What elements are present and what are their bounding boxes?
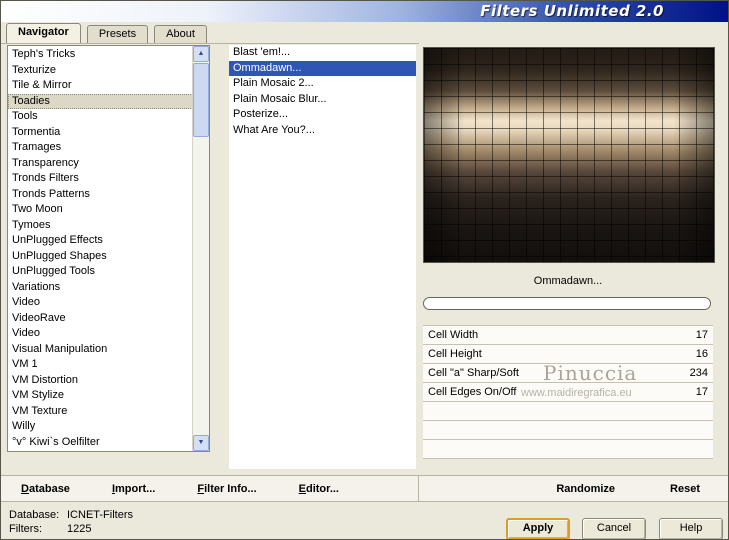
filter-item[interactable]: Plain Mosaic 2... [229,76,416,92]
category-item[interactable]: Tile & Mirror [8,78,193,94]
reset-button[interactable]: Reset [670,483,700,495]
parameter-row[interactable]: Cell "a" Sharp/Soft 234 [423,364,713,383]
preview-panel: Ommadawn... Cell Width 17 Cell Height 16 Cel… [421,45,719,475]
progress-bar [423,297,711,310]
apply-button[interactable]: Apply [506,518,570,539]
window-title: Filters Unlimited 2.0 [480,2,664,20]
filter-item[interactable]: Ommadawn... [229,60,416,76]
bottom-toolbar: Database Import... Filter Info... Editor… [1,475,728,502]
status-database-value: ICNET-Filters [67,509,133,521]
import-button[interactable]: Import... [112,483,155,495]
status-database-row: Database: ICNET-Filters [9,508,133,522]
category-item[interactable]: Tormentia [8,125,193,141]
title-bar: Filters Unlimited 2.0 [1,1,728,22]
status-filters-label: Filters: [9,523,42,535]
status-database-label: Database: [9,509,60,521]
parameter-row[interactable]: Cell Edges On/Off 17 [423,383,713,402]
parameter-name: Cell "a" Sharp/Soft [428,367,519,379]
category-item[interactable]: Video [8,326,193,342]
scrollbar-down-button[interactable]: ▼ [193,435,209,451]
tab-strip: Navigator Presets About [6,23,210,43]
category-item[interactable]: Variations [8,280,193,296]
category-item[interactable]: Toadies [8,93,193,109]
category-item[interactable]: Teph's Tricks [8,47,193,63]
filter-item[interactable]: Posterize... [229,107,416,123]
parameter-value: 16 [695,348,708,360]
category-item[interactable]: VM Distortion [8,373,193,389]
filter-item[interactable]: Blast 'em!... [229,45,416,61]
tab-navigator[interactable]: Navigator [6,23,81,43]
filter-list: Blast 'em!... Ommadawn... Plain Mosaic 2..… [229,45,416,138]
parameter-name: Cell Edges On/Off [428,386,517,398]
category-item[interactable]: UnPlugged Shapes [8,249,193,265]
filter-info-button[interactable]: Filter Info... [197,483,256,495]
parameter-table: Cell Width 17 Cell Height 16 Cell "a" Sharp/… [423,325,713,459]
cancel-button[interactable]: Cancel [582,518,646,539]
toolbar-divider [418,476,419,501]
category-item[interactable]: UnPlugged Tools [8,264,193,280]
parameter-row[interactable]: Cell Height 16 [423,345,713,364]
category-item[interactable]: VM Texture [8,404,193,420]
category-item[interactable]: Tools [8,109,193,125]
category-item[interactable]: Tronds Patterns [8,187,193,203]
status-filters-row: Filters: 1225 [9,522,133,536]
category-item[interactable]: Tronds Filters [8,171,193,187]
category-item[interactable]: Two Moon [8,202,193,218]
parameter-row-empty [423,421,713,440]
parameter-value: 234 [689,367,708,379]
tab-strip-divider [1,43,419,44]
category-item[interactable]: Willy [8,419,193,435]
category-item[interactable]: VM 1 [8,357,193,373]
category-item[interactable]: VM Stylize [8,388,193,404]
filters-unlimited-dialog: Filters Unlimited 2.0 Navigator Presets … [0,0,729,540]
parameter-name: Cell Width [428,329,479,341]
category-item[interactable]: Tramages [8,140,193,156]
filter-preview-image[interactable] [423,47,715,263]
category-panel: Teph's Tricks Texturize Tile & Mirror Toadi… [7,45,210,452]
toolbar-right-group: Randomize Reset [556,476,700,501]
tab-about[interactable]: About [154,25,207,43]
toolbar-left-group: Database Import... Filter Info... Editor… [21,476,339,501]
scrollbar-thumb[interactable] [193,63,209,137]
filter-item[interactable]: Plain Mosaic Blur... [229,92,416,108]
category-list: Teph's Tricks Texturize Tile & Mirror Toadi… [8,47,193,450]
category-item[interactable]: Video [8,295,193,311]
category-scrollbar[interactable]: ▲ ▼ [192,46,209,451]
status-filters-value: 1225 [67,523,92,535]
scrollbar-up-button[interactable]: ▲ [193,46,209,62]
filter-panel: Blast 'em!... Ommadawn... Plain Mosaic 2..… [229,45,416,469]
category-item[interactable]: Visual Manipulation [8,342,193,358]
status-area: Database: ICNET-Filters Filters: 1225 [9,508,133,536]
filter-item[interactable]: What Are You?... [229,123,416,139]
parameter-value: 17 [695,329,708,341]
parameter-row-empty [423,402,713,421]
parameter-name: Cell Height [428,348,482,360]
parameter-value: 17 [695,386,708,398]
category-item[interactable]: Transparency [8,156,193,172]
editor-button[interactable]: Editor... [299,483,339,495]
category-item[interactable]: Tymoes [8,218,193,234]
parameter-row-empty [423,440,713,459]
parameter-row[interactable]: Cell Width 17 [423,326,713,345]
category-item[interactable]: Texturize [8,63,193,79]
category-item[interactable]: VideoRave [8,311,193,327]
category-item[interactable]: °v° Kiwi`s Oelfilter [8,435,193,451]
preview-filter-name: Ommadawn... [533,275,603,287]
database-button[interactable]: Database [21,483,70,495]
randomize-button[interactable]: Randomize [556,483,615,495]
tab-presets[interactable]: Presets [86,25,149,43]
help-button[interactable]: Help [659,518,723,539]
category-item[interactable]: UnPlugged Effects [8,233,193,249]
